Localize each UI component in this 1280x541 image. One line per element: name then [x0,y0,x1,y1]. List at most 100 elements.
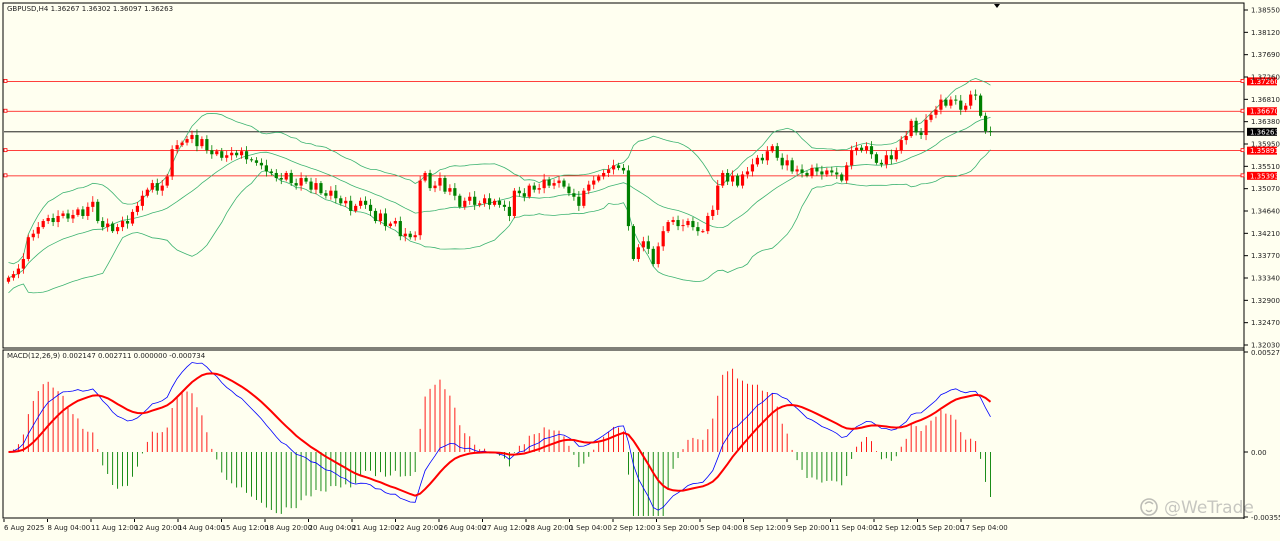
time-label: 28 Aug 20:00 [526,524,573,532]
candle-body [373,210,378,222]
candle-body [517,190,521,194]
chart-canvas[interactable]: 1.372601.366701.358911.353931.36263 1.38… [0,0,1280,537]
candle-body [661,231,665,247]
candle-body [81,209,85,216]
candle-body [408,233,412,238]
candle-body [795,169,799,172]
candle-body [368,204,373,211]
candle-body [959,100,963,110]
candle-body [71,214,75,219]
candle-body [666,222,670,232]
candle-body [190,135,194,140]
price-label: 1.32900 [1251,297,1280,305]
candle-body [160,185,164,191]
candle-body [974,94,978,96]
price-label: 1.36810 [1251,96,1280,104]
candle-body [879,162,884,165]
candle-body [492,200,497,205]
candle-body [547,179,551,186]
candle-body [651,248,655,265]
candle-body [463,200,467,207]
candle-body [899,140,903,151]
time-label: 15 Sep 20:00 [918,524,965,532]
price-label: 1.37260 [1251,74,1280,82]
candle-body [31,233,35,238]
price-label: 1.38120 [1251,29,1280,37]
candle-body [512,190,516,216]
candle-body [388,223,392,227]
candle-body [497,200,502,205]
chart-window[interactable]: 1.37260 1.36670 1.35891 1.35393 1.36263 1.38… [0,0,1280,537]
candle-body [130,211,135,224]
candle-body [41,221,45,228]
candle-body [220,151,224,158]
candle-body [96,201,100,222]
candle-body [621,167,626,171]
candle-body [522,193,526,197]
candle-body [745,171,750,175]
time-label: 27 Aug 12:00 [483,524,530,532]
time-label: 6 Aug 2025 [4,524,44,532]
candle-body [443,178,447,192]
candle-body [835,172,839,175]
candle-body [140,195,144,206]
candle-body [874,154,879,163]
candle-body [716,185,720,210]
candle-body [11,274,16,278]
candle-body [185,139,189,143]
time-label: 21 Aug 12:00 [352,524,399,532]
candle-body [453,188,457,196]
candle-body [924,119,928,136]
candle-body [378,213,383,222]
time-label: 18 Aug 20:00 [265,524,312,532]
price-label: 1.34210 [1251,230,1280,238]
candle-body [249,159,254,161]
time-label: 15 Aug 12:00 [222,524,269,532]
time-label: 26 Aug 04:00 [439,524,486,532]
candle-body [850,150,854,166]
candle-body [939,99,943,110]
level-handle-left [3,148,8,153]
candle-body [631,226,636,259]
candle-body [299,178,303,186]
candle-body [259,162,264,166]
candle-body [230,152,234,156]
candle-body [929,114,933,120]
candle-body [790,160,794,172]
candle-body [423,172,427,181]
candle-body [413,235,417,238]
candle-body [428,172,432,189]
candle-body [785,160,789,166]
candle-body [205,139,209,151]
candle-body [111,223,115,232]
candle-body [180,142,184,146]
level-handle-right [1240,108,1245,113]
candle-body [527,185,531,197]
candle-body [76,209,80,215]
candle-body [552,183,556,186]
candle-body [765,151,769,161]
candle-body [279,178,283,180]
level-handle-right [1240,78,1245,83]
price-label: 1.33340 [1251,275,1280,283]
candle-body [592,180,596,185]
candle-body [760,157,764,161]
candle-body [815,167,819,172]
level-handle-left [3,173,8,178]
current-price-label: 1.36263 [1250,128,1279,136]
candle-body [706,215,710,232]
candle-body [983,115,988,131]
candle-body [805,172,809,176]
candle-body [309,181,313,190]
candle-body [731,175,735,182]
candle-body [269,171,273,173]
macd-header: MACD(12,26,9) 0.002147 0.002711 0.000000… [7,352,206,360]
candle-body [800,169,804,173]
time-label: 3 Sep 20:00 [657,524,699,532]
candle-body [165,176,169,186]
candle-body [354,205,358,211]
time-label: 20 Aug 04:00 [309,524,356,532]
candle-body [329,190,333,196]
candle-body [101,221,105,228]
candle-body [919,132,923,136]
